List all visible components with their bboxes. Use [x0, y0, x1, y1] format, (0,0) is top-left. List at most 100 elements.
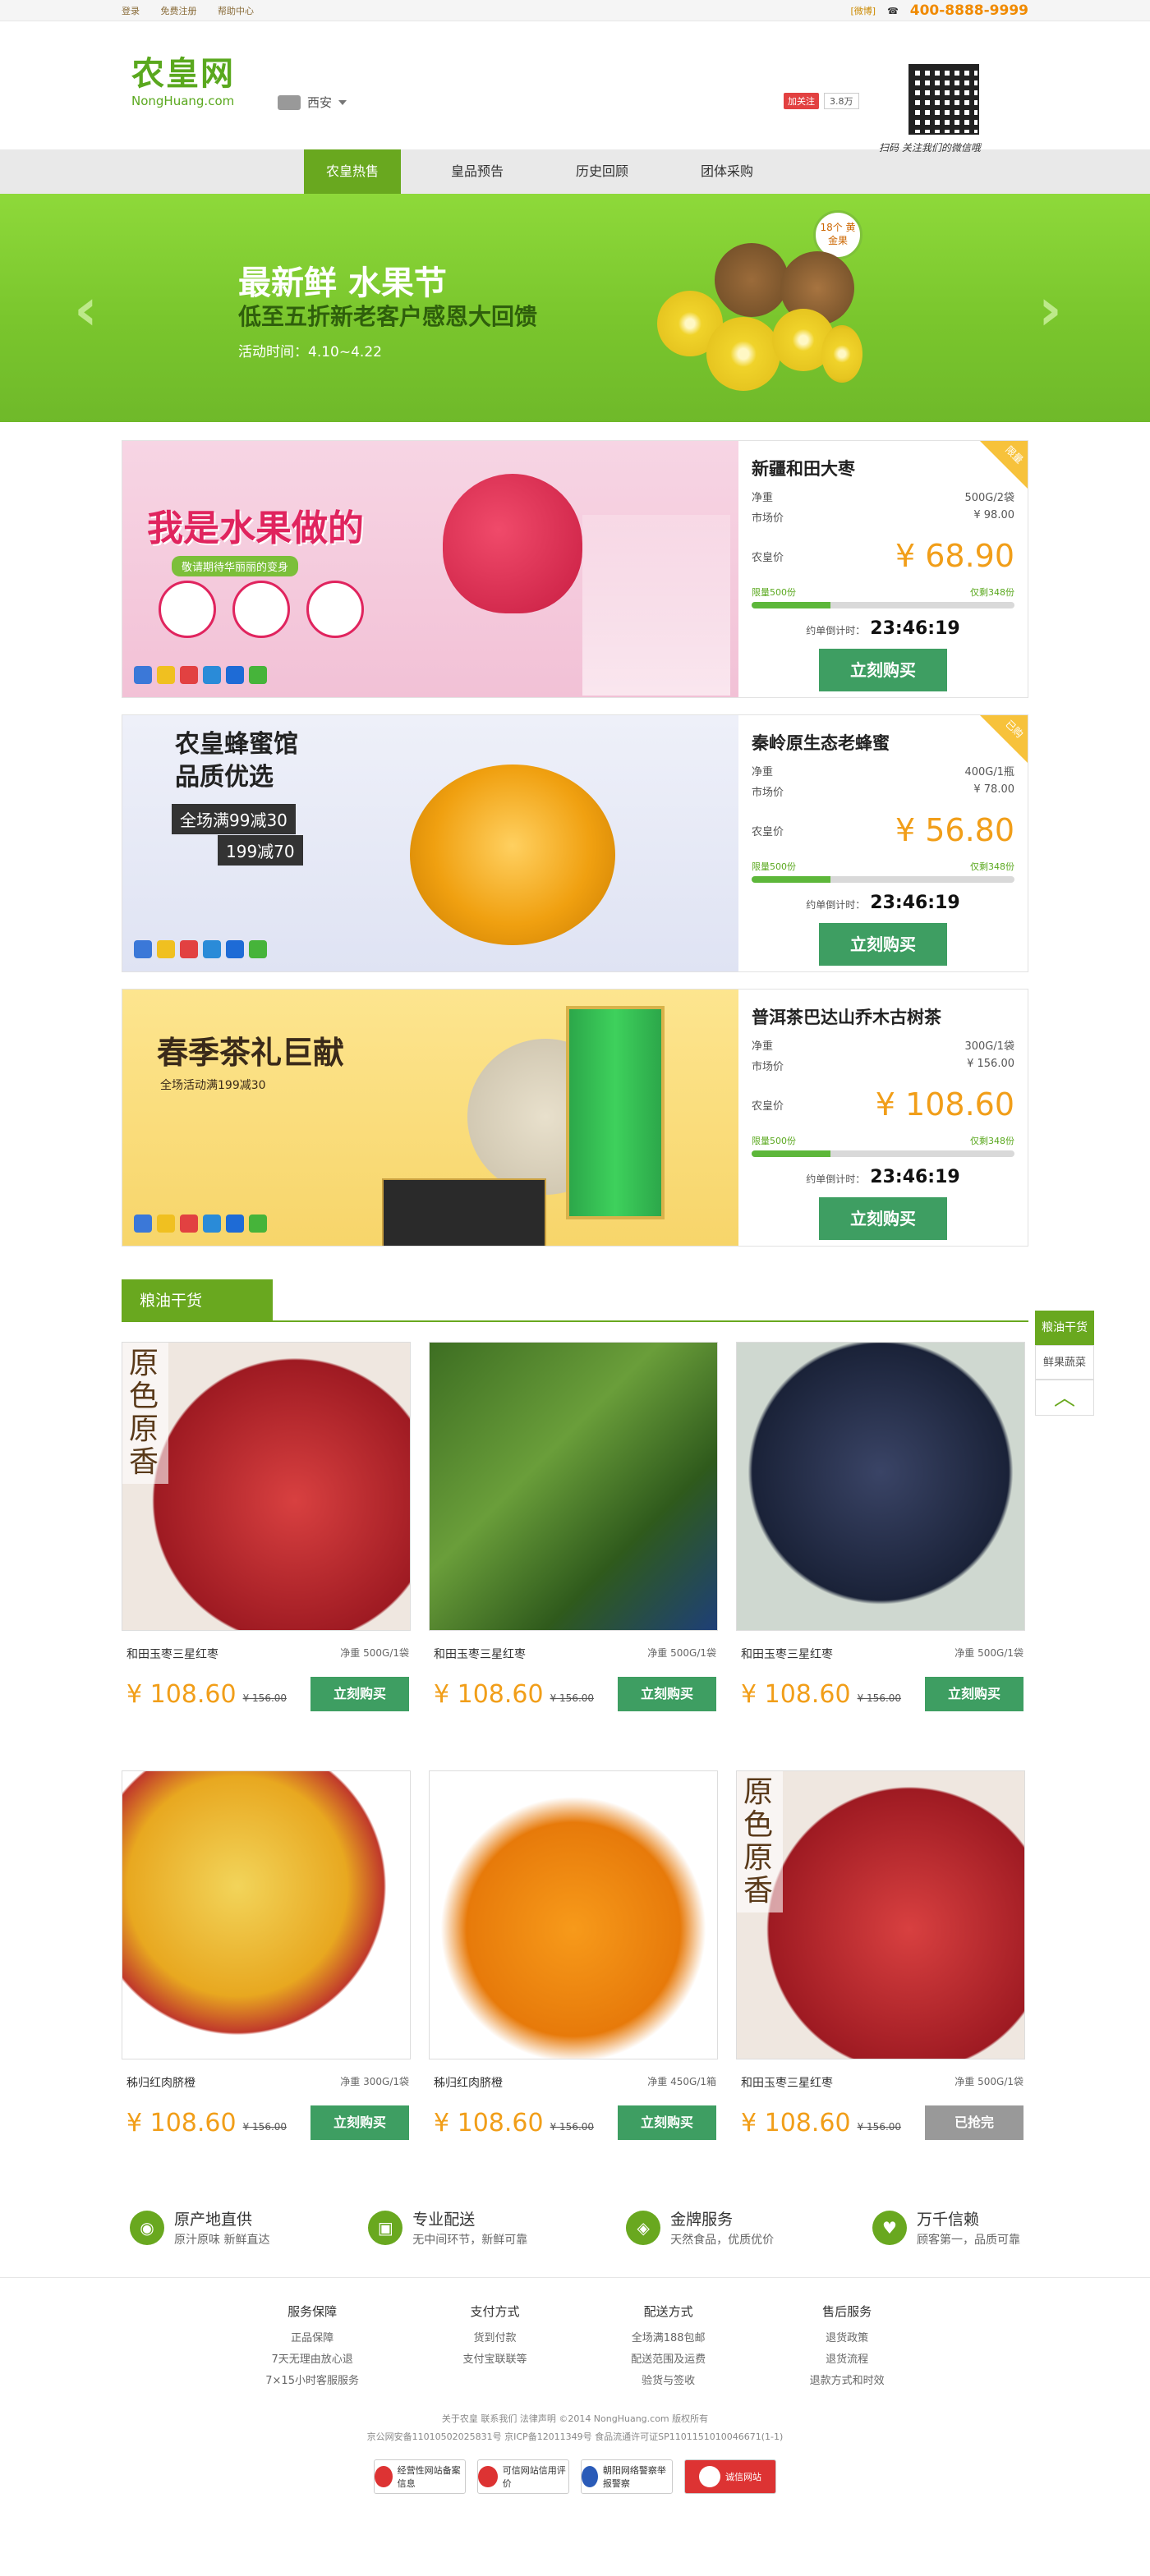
product-name[interactable]: 和田玉枣三星红枣	[741, 2074, 833, 2091]
product-name[interactable]: 和田玉枣三星红枣	[126, 1646, 218, 1662]
share-star-icon[interactable]	[157, 1215, 175, 1233]
footer-link[interactable]: 正品保障	[265, 2328, 359, 2349]
buy-now-button[interactable]: 立刻购买	[925, 1677, 1024, 1711]
footer-link[interactable]: 货到付款	[463, 2328, 527, 2349]
footer-link[interactable]: 退货流程	[810, 2349, 885, 2371]
follow-button[interactable]: 加关注	[784, 93, 819, 109]
product-image[interactable]: 原色原香	[736, 1770, 1025, 2059]
float-item-grain[interactable]: 粮油干货	[1035, 1311, 1094, 1345]
product-name[interactable]: 和田玉枣三星红枣	[434, 1646, 526, 1662]
share-renren-icon[interactable]	[226, 940, 244, 958]
footer-links-line[interactable]: 关于农皇 联系我们 法律声明 ©2014 NongHuang.com 版权所有	[0, 2410, 1150, 2428]
deal-timer-label: 约单倒计时：	[806, 899, 866, 911]
deal-market-price: ¥ 78.00	[973, 783, 1014, 796]
share-renren-icon[interactable]	[226, 1215, 244, 1233]
footer-link[interactable]: 支付宝联联等	[463, 2349, 527, 2371]
share-wechat-icon[interactable]	[249, 666, 267, 684]
product-name[interactable]: 和田玉枣三星红枣	[741, 1646, 833, 1662]
hero-banner[interactable]: ‹ › 最新鲜 水果节 低至五折新老客户感恩大回馈 活动时间：4.10~4.22…	[0, 194, 1150, 422]
share-renren-icon[interactable]	[226, 666, 244, 684]
chevron-down-icon	[338, 99, 347, 105]
share-wechat-icon[interactable]	[249, 940, 267, 958]
share-star-icon[interactable]	[157, 940, 175, 958]
product-image[interactable]: 原色原香	[122, 1342, 411, 1631]
buy-now-button[interactable]: 立刻购买	[819, 923, 947, 966]
nav-item-preview[interactable]: 皇品预告	[429, 149, 526, 194]
product-image[interactable]	[429, 1770, 718, 2059]
share-plus-icon[interactable]	[134, 666, 152, 684]
product-image[interactable]	[736, 1342, 1025, 1631]
footer-link[interactable]: 配送范围及运费	[631, 2349, 706, 2371]
cert-badge[interactable]: 诚信网站	[684, 2459, 776, 2494]
deal-image[interactable]: 我是水果做的 敬请期待华丽丽的变身	[122, 441, 738, 697]
weibo-follow[interactable]: 加关注 3.8万	[784, 93, 859, 109]
buy-now-button[interactable]: 立刻购买	[819, 1197, 947, 1240]
cert-badge[interactable]: 经营性网站备案信息	[374, 2459, 466, 2494]
deal-info: 限量 新疆和田大枣 净重 500G/2袋 市场价 ¥ 98.00 农皇价 ¥ 68.9…	[738, 441, 1028, 697]
top-bar: 登录 免费注册 帮助中心 [微博] ☎ 400-8888-9999	[0, 0, 1150, 21]
footer-link[interactable]: 退货政策	[810, 2328, 885, 2349]
deal-name[interactable]: 秦岭原生态老蜂蜜	[752, 730, 1014, 755]
product-old-price: ¥ 156.00	[550, 2121, 595, 2133]
deal-name[interactable]: 新疆和田大枣	[752, 456, 1014, 480]
float-item-produce[interactable]: 鲜果蔬菜	[1035, 1345, 1094, 1380]
footer-link[interactable]: 全场满188包邮	[631, 2328, 706, 2349]
product-image[interactable]	[122, 1770, 411, 2059]
share-weibo-icon[interactable]	[180, 940, 198, 958]
footer-link[interactable]: 验货与签收	[631, 2371, 706, 2392]
product-name[interactable]: 秭归红肉脐橙	[434, 2074, 503, 2091]
share-pinterest-icon[interactable]	[203, 666, 221, 684]
product-name[interactable]: 秭归红肉脐橙	[126, 2074, 196, 2091]
product-old-price: ¥ 156.00	[857, 2121, 902, 2133]
service-strip: ◉ 原产地直供 原汁原味 新鲜直达 ▣ 专业配送 无中间环节，新鲜可靠 ◈ 金牌服务…	[122, 2207, 1028, 2248]
footer-link[interactable]: 7天无理由放心退	[265, 2349, 359, 2371]
buy-now-button[interactable]: 立刻购买	[310, 1677, 409, 1711]
logo[interactable]: 农皇网 NongHuang.com	[131, 56, 235, 108]
cert-badge[interactable]: 朝阳网络警察举报警察	[581, 2459, 673, 2494]
share-plus-icon[interactable]	[134, 1215, 152, 1233]
share-plus-icon[interactable]	[134, 940, 152, 958]
deal-remaining: 仅剩348份	[970, 587, 1014, 598]
share-pinterest-icon[interactable]	[203, 1215, 221, 1233]
deal-image[interactable]: 春季茶礼巨献 全场活动满199减30	[122, 990, 738, 1246]
nav-item-hot[interactable]: 农皇热售	[304, 149, 401, 194]
deal-image[interactable]: 农皇蜂蜜馆 品质优选 全场满99减30 199减70	[122, 715, 738, 971]
footer-link[interactable]: 退款方式和时效	[810, 2371, 885, 2392]
share-wechat-icon[interactable]	[249, 1215, 267, 1233]
share-weibo-icon[interactable]	[180, 666, 198, 684]
deal-promo-title2: 品质优选	[175, 763, 274, 792]
cert-label: 朝阳网络警察举报警察	[602, 2465, 666, 2489]
city-selector[interactable]: 西安	[278, 94, 347, 111]
help-link[interactable]: 帮助中心	[218, 6, 254, 16]
weibo-link[interactable]: [微博]	[850, 4, 876, 17]
deal-name[interactable]: 普洱茶巴达山乔木古树茶	[752, 1004, 1014, 1029]
share-pinterest-icon[interactable]	[203, 940, 221, 958]
nav-item-history[interactable]: 历史回顾	[554, 149, 651, 194]
deal-timer-value: 23:46:19	[870, 618, 960, 639]
buy-now-button[interactable]: 立刻购买	[819, 649, 947, 691]
product-image[interactable]	[429, 1342, 718, 1631]
kiwi-image	[715, 243, 789, 317]
next-arrow-icon[interactable]: ›	[1038, 276, 1062, 343]
login-link[interactable]: 登录	[122, 6, 140, 16]
buy-now-button[interactable]: 立刻购买	[618, 2105, 716, 2140]
prev-arrow-icon[interactable]: ‹	[74, 276, 98, 343]
strawberry-image	[443, 474, 582, 613]
cert-badge[interactable]: 可信网站信用评价	[477, 2459, 569, 2494]
buy-now-button[interactable]: 立刻购买	[310, 2105, 409, 2140]
section-title[interactable]: 粮油干货	[122, 1279, 273, 1322]
back-to-top-icon[interactable]: ︿	[1035, 1380, 1094, 1416]
footer-column: 配送方式 全场满188包邮 配送范围及运费 验货与签收	[631, 2303, 706, 2392]
share-star-icon[interactable]	[157, 666, 175, 684]
nav-item-group[interactable]: 团体采购	[678, 149, 775, 194]
buy-now-button[interactable]: 立刻购买	[618, 1677, 716, 1711]
service-item: ◉ 原产地直供 原汁原味 新鲜直达	[130, 2207, 269, 2248]
product-old-price: ¥ 156.00	[242, 2121, 288, 2133]
share-weibo-icon[interactable]	[180, 1215, 198, 1233]
deal-progress-bar	[752, 1150, 1014, 1157]
truck-icon	[278, 94, 301, 110]
register-link[interactable]: 免费注册	[161, 6, 197, 16]
product-grid: 原色原香 和田玉枣三星红枣 净重 500G/1袋 ¥ 108.60 ¥ 156.00…	[122, 1342, 1028, 2199]
footer-link[interactable]: 7×15小时客服服务	[265, 2371, 359, 2392]
product-card: 和田玉枣三星红枣 净重 500G/1袋 ¥ 108.60 ¥ 156.00 立刻购买	[429, 1342, 721, 1711]
